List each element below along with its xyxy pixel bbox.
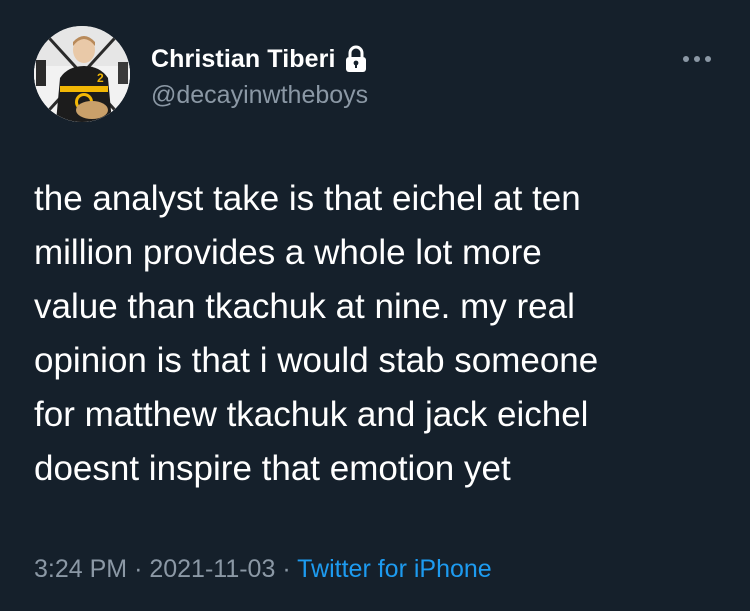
- avatar-photo: 2: [34, 26, 130, 122]
- author-name-row: Christian Tiberi: [151, 43, 368, 75]
- tweet-text: the analyst take is that eichel at ten m…: [34, 172, 734, 496]
- tweet-text-line: value than tkachuk at nine. my real: [34, 287, 575, 326]
- tweet-time[interactable]: 3:24 PM: [34, 555, 127, 583]
- tweet-text-line: doesnt inspire that emotion yet: [34, 449, 511, 488]
- author-handle[interactable]: @decayinwtheboys: [151, 81, 368, 110]
- tweet-metadata: 3:24 PM · 2021-11-03 · Twitter for iPhon…: [34, 555, 492, 584]
- tweet-card: 2 Christian Tiberi @decayinwtheboys the …: [0, 0, 750, 611]
- meta-separator: ·: [134, 555, 143, 583]
- avatar[interactable]: 2: [34, 26, 130, 122]
- tweet-text-line: the analyst take is that eichel at ten: [34, 179, 581, 218]
- more-horizontal-icon[interactable]: [677, 49, 717, 69]
- tweet-text-line: for matthew tkachuk and jack eichel: [34, 395, 589, 434]
- lock-icon: [344, 45, 368, 73]
- tweet-text-line: opinion is that i would stab someone: [34, 341, 599, 380]
- meta-separator: ·: [282, 555, 291, 583]
- author-display-name[interactable]: Christian Tiberi: [151, 45, 336, 74]
- tweet-source-link[interactable]: Twitter for iPhone: [297, 555, 492, 583]
- tweet-text-line: million provides a whole lot more: [34, 233, 542, 272]
- tweet-date[interactable]: 2021-11-03: [149, 555, 275, 583]
- svg-text:2: 2: [97, 71, 104, 85]
